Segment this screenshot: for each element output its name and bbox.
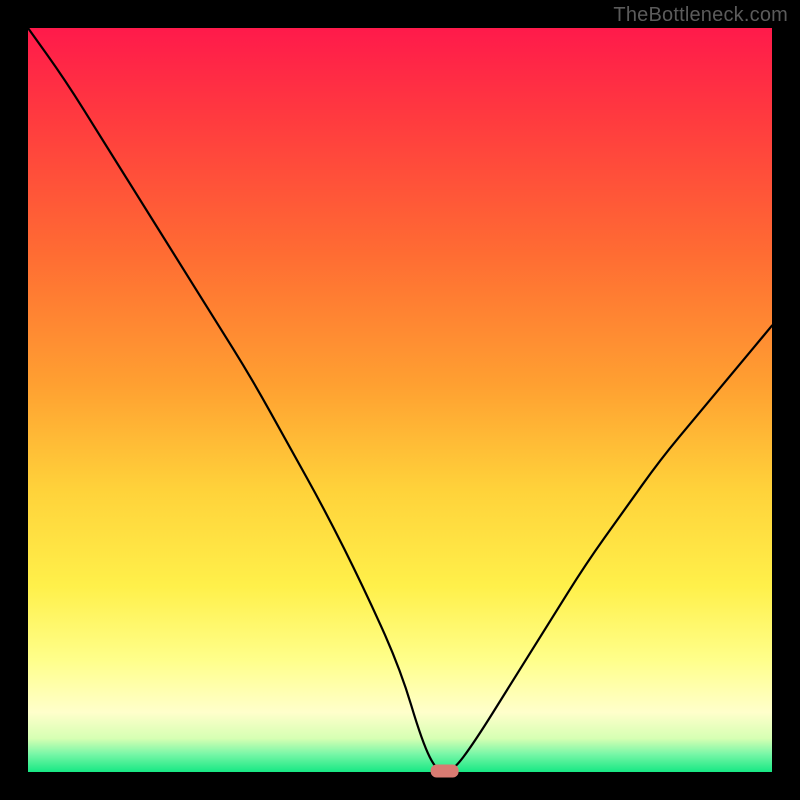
optimal-marker [431,765,459,778]
bottleneck-chart [0,0,800,800]
chart-frame: TheBottleneck.com [0,0,800,800]
plot-background [28,28,772,772]
watermark-text: TheBottleneck.com [613,4,788,27]
